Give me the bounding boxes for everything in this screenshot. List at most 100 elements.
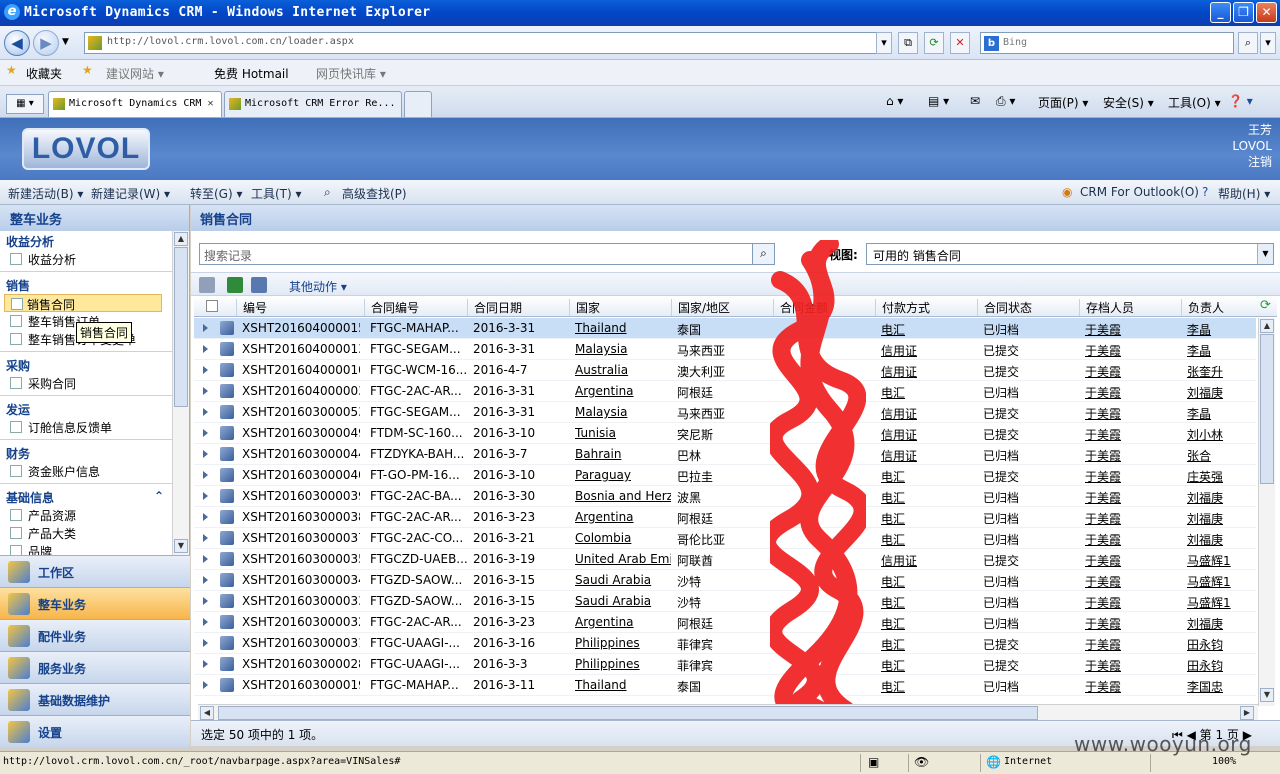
cell-owner[interactable]: 田永钧	[1187, 636, 1257, 653]
cell-payment-method[interactable]: 电汇	[881, 594, 977, 611]
cell-archivist[interactable]: 于美霞	[1085, 594, 1181, 611]
cell-country[interactable]: Saudi Arabia	[575, 594, 671, 608]
web-slice-gallery-link[interactable]: 网页快讯库 ▾	[316, 65, 386, 82]
scroll-thumb[interactable]	[218, 706, 1038, 720]
tools-menu-crm[interactable]: 工具(T) ▾	[251, 185, 302, 202]
search-records-input[interactable]: 搜索记录 ⌕	[199, 243, 775, 265]
table-row[interactable]: XSHT201603000049 FTDM-SC-160... 2016-3-10 T…	[194, 423, 1256, 444]
cell-archivist[interactable]: 于美霞	[1085, 447, 1181, 464]
table-row[interactable]: XSHT201603000028 FTGC-UAAGI-... 2016-3-3 Ph…	[194, 654, 1256, 675]
cell-country[interactable]: Argentina	[575, 384, 671, 398]
cell-country[interactable]: Tunisia	[575, 426, 671, 440]
tab-dynamics-crm[interactable]: Microsoft Dynamics CRM ✕	[48, 91, 222, 117]
feeds-icon[interactable]: ▤ ▾	[928, 94, 949, 108]
expand-row-icon[interactable]	[203, 366, 208, 374]
cell-owner[interactable]: 张奎升	[1187, 363, 1257, 380]
table-row[interactable]: XSHT201603000044 FTZDYKA-BAH... 2016-3-7 Ba…	[194, 444, 1256, 465]
hotmail-link[interactable]: 免费 Hotmail	[214, 65, 289, 82]
refresh-icon[interactable]: ⟳	[924, 32, 944, 54]
zoom-level[interactable]: 100%	[1212, 756, 1236, 767]
cell-owner[interactable]: 田永钧	[1187, 657, 1257, 674]
cell-archivist[interactable]: 于美霞	[1085, 468, 1181, 485]
expand-row-icon[interactable]	[203, 681, 208, 689]
expand-row-icon[interactable]	[203, 597, 208, 605]
table-row[interactable]: XSHT201604000010 FTGC-WCM-16... 2016-4-7 Au…	[194, 360, 1256, 381]
history-dropdown-icon[interactable]: ▼	[62, 37, 69, 47]
expand-row-icon[interactable]	[203, 345, 208, 353]
cell-archivist[interactable]: 于美霞	[1085, 678, 1181, 695]
cell-country[interactable]: Saudi Arabia	[575, 573, 671, 587]
tools-menu[interactable]: 工具(O) ▾	[1168, 94, 1221, 111]
cell-owner[interactable]: 刘福庚	[1187, 510, 1257, 527]
workspace-vehicle-business[interactable]: 整车业务	[0, 587, 190, 619]
tab-crm-error-report[interactable]: Microsoft CRM Error Re...	[224, 91, 402, 117]
cell-country[interactable]: Australia	[575, 363, 671, 377]
cell-archivist[interactable]: 于美霞	[1085, 321, 1181, 338]
nav-scrollbar[interactable]: ▲ ▼	[172, 231, 189, 555]
advanced-find-link[interactable]: 高级查找(P)	[342, 185, 407, 202]
search-icon[interactable]: ⌕	[1238, 32, 1258, 54]
workspace-work-area[interactable]: 工作区	[0, 555, 190, 587]
col-header-contract-number[interactable]: 合同编号	[364, 299, 419, 316]
expand-row-icon[interactable]	[203, 618, 208, 626]
goto-menu[interactable]: 转至(G) ▾	[190, 185, 243, 202]
expand-row-icon[interactable]	[203, 639, 208, 647]
cell-payment-method[interactable]: 信用证	[881, 552, 977, 569]
home-icon[interactable]: ⌂ ▾	[886, 94, 903, 108]
table-row[interactable]: XSHT201604000013 FTGC-SEGAM... 2016-3-31 Ma…	[194, 339, 1256, 360]
nav-item-revenue-analysis[interactable]: 收益分析	[0, 250, 172, 268]
workspace-settings[interactable]: 设置	[0, 715, 190, 747]
cell-archivist[interactable]: 于美霞	[1085, 615, 1181, 632]
new-record-menu[interactable]: 新建记录(W) ▾	[91, 185, 170, 202]
expand-row-icon[interactable]	[203, 450, 208, 458]
scroll-thumb[interactable]	[174, 247, 188, 407]
select-all-checkbox[interactable]	[206, 300, 218, 312]
workspace-service-business[interactable]: 服务业务	[0, 651, 190, 683]
cell-payment-method[interactable]: 信用证	[881, 363, 977, 380]
chevron-down-icon[interactable]: ▼	[1257, 244, 1273, 264]
suggested-sites-link[interactable]: 建议网站 ▾	[106, 65, 164, 82]
col-header-contract-status[interactable]: 合同状态	[977, 299, 1032, 316]
privacy-icon[interactable]: 👁	[914, 755, 929, 769]
cell-owner[interactable]: 刘福庚	[1187, 384, 1257, 401]
col-header-payment-method[interactable]: 付款方式	[875, 299, 930, 316]
cell-archivist[interactable]: 于美霞	[1085, 426, 1181, 443]
cell-country[interactable]: Colombia	[575, 531, 671, 545]
report-icon[interactable]	[251, 277, 267, 293]
cell-payment-method[interactable]: 信用证	[881, 447, 977, 464]
cell-owner[interactable]: 刘福庚	[1187, 615, 1257, 632]
nav-item-product-resource[interactable]: 产品资源	[0, 506, 172, 524]
cell-payment-method[interactable]: 电汇	[881, 678, 977, 695]
view-selector[interactable]: 可用的 销售合同 ▼	[866, 243, 1274, 265]
favorites-button[interactable]: 收藏夹	[26, 65, 62, 82]
expand-row-icon[interactable]	[203, 492, 208, 500]
col-header-country[interactable]: 国家	[569, 299, 600, 316]
page-menu[interactable]: 页面(P) ▾	[1038, 94, 1088, 111]
cell-payment-method[interactable]: 电汇	[881, 489, 977, 506]
cell-archivist[interactable]: 于美霞	[1085, 552, 1181, 569]
table-row[interactable]: XSHT201603000037 FTGC-2AC-CO... 2016-3-21 C…	[194, 528, 1256, 549]
cell-archivist[interactable]: 于美霞	[1085, 363, 1181, 380]
expand-row-icon[interactable]	[203, 387, 208, 395]
expand-row-icon[interactable]	[203, 408, 208, 416]
nav-item-booking-feedback[interactable]: 订舱信息反馈单	[0, 418, 172, 436]
cell-country[interactable]: Argentina	[575, 510, 671, 524]
expand-row-icon[interactable]	[203, 471, 208, 479]
scroll-up-icon[interactable]: ▲	[174, 232, 188, 246]
cell-payment-method[interactable]: 电汇	[881, 573, 977, 590]
scroll-down-icon[interactable]: ▼	[1260, 688, 1274, 702]
table-row[interactable]: XSHT201603000039 FTGC-2AC-BA... 2016-3-30 B…	[194, 486, 1256, 507]
cell-owner[interactable]: 刘福庚	[1187, 531, 1257, 548]
cell-country[interactable]: Malaysia	[575, 405, 671, 419]
scroll-left-icon[interactable]: ◀	[200, 706, 214, 720]
scroll-thumb[interactable]	[1260, 334, 1274, 484]
help-menu[interactable]: 帮助(H) ▾	[1218, 185, 1270, 202]
cell-country[interactable]: Paraguay	[575, 468, 671, 482]
help-icon[interactable]: ❓ ▾	[1228, 94, 1253, 108]
cell-archivist[interactable]: 于美霞	[1085, 636, 1181, 653]
expand-row-icon[interactable]	[203, 324, 208, 332]
scroll-up-icon[interactable]: ▲	[1260, 319, 1274, 333]
cell-owner[interactable]: 李晶	[1187, 342, 1257, 359]
cell-country[interactable]: Thailand	[575, 678, 671, 692]
cell-payment-method[interactable]: 电汇	[881, 615, 977, 632]
